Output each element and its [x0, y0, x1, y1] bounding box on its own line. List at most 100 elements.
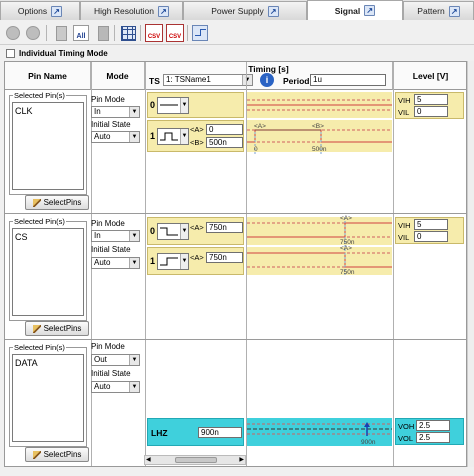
line-index: 1 [150, 131, 156, 141]
individual-timing-mode-row: Individual Timing Mode [6, 47, 108, 59]
timing-line-1: 1 ▼ <A> 0 <B> 500n [147, 120, 244, 152]
toolbar: All CSV CSV [0, 21, 474, 45]
csv-import-icon[interactable]: CSV [145, 24, 163, 42]
falling-edge-icon [160, 227, 178, 236]
wave-tag-a: <A> [340, 215, 352, 222]
initial-state-select[interactable]: Auto ▼ [91, 131, 140, 143]
selected-pins-label: Selected Pin(s) [13, 343, 66, 352]
tab-high-resolution[interactable]: High Resolution ↗ [80, 1, 183, 20]
chevron-down-icon: ▼ [129, 382, 139, 392]
level-box: VOH 2.5 VOL 2.5 [395, 418, 464, 445]
select-pins-label: SelectPins [43, 450, 82, 459]
chevron-down-icon: ▼ [180, 129, 188, 144]
rising-edge-icon [160, 257, 178, 266]
initial-state-select[interactable]: Auto ▼ [91, 381, 140, 393]
select-pins-label: SelectPins [43, 324, 82, 333]
select-pins-button[interactable]: SelectPins [25, 321, 89, 336]
popout-icon[interactable]: ↗ [158, 5, 169, 17]
popout-icon[interactable]: ↗ [448, 5, 460, 17]
popout-icon[interactable]: ↗ [364, 5, 376, 16]
wave-tag-a: <A> [254, 123, 266, 130]
pencil-icon [32, 198, 41, 207]
copy-icon[interactable] [94, 24, 112, 42]
level-label: VIL [398, 108, 410, 117]
horizontal-scrollbar[interactable]: ◀ ▶ [144, 455, 246, 465]
tab-signal[interactable]: Signal ↗ [307, 0, 403, 20]
wave-time-label: 900n [361, 439, 376, 446]
tab-options[interactable]: Options ↗ [0, 1, 80, 20]
select-pins-button[interactable]: SelectPins [25, 195, 89, 210]
ts-label: TS [149, 76, 160, 86]
tab-bar: Options ↗ High Resolution ↗ Power Supply… [0, 0, 474, 20]
level-label: VOL [398, 434, 414, 443]
pin-list[interactable]: CLK [12, 102, 84, 190]
list-item[interactable]: CS [15, 232, 81, 242]
pin-mode-select[interactable]: In ▼ [91, 230, 140, 242]
timing-line-lhz: LHZ 900n [147, 418, 244, 446]
line-index: 1 [150, 256, 156, 266]
vertical-scrollbar[interactable] [467, 61, 474, 467]
ts-select[interactable]: 1: TSName1 ▼ [163, 74, 253, 86]
level-label: VIH [398, 221, 411, 230]
edge-input[interactable]: 900n [198, 427, 242, 438]
pin-mode-select[interactable]: Out ▼ [91, 354, 140, 366]
wave-tag-a: <A> [340, 245, 352, 252]
select-pins-button[interactable]: SelectPins [25, 447, 89, 462]
pin-mode-label: Pin Mode [91, 219, 125, 228]
voh-input[interactable]: 2.5 [416, 420, 450, 431]
edge-a-input[interactable]: 750n [206, 252, 243, 263]
chevron-down-icon: ▼ [129, 355, 139, 365]
level-label: VIL [398, 233, 410, 242]
list-item[interactable]: CLK [15, 106, 81, 116]
level-box: VIH 5 VIL 0 [395, 92, 464, 119]
pin-list[interactable]: CS [12, 228, 84, 316]
waveform-select[interactable]: ▼ [157, 97, 189, 114]
level-label: VOH [398, 422, 415, 431]
initial-state-select[interactable]: Auto ▼ [91, 257, 140, 269]
wave-time-label: 500n [312, 146, 327, 153]
document-icon[interactable] [52, 24, 70, 42]
popout-icon[interactable]: ↗ [51, 5, 63, 17]
popout-icon[interactable]: ↗ [267, 5, 279, 17]
scroll-right-icon[interactable]: ▶ [239, 456, 244, 463]
edge-b-input[interactable]: 500n [206, 137, 243, 148]
scroll-left-icon[interactable]: ◀ [146, 456, 151, 463]
waveform-icon[interactable] [191, 24, 209, 42]
info-icon[interactable]: i [260, 73, 274, 87]
wave-tag-b: <B> [312, 123, 324, 130]
waveform-select[interactable]: ▼ [157, 223, 189, 240]
scroll-thumb[interactable] [175, 457, 217, 463]
chevron-down-icon: ▼ [180, 224, 188, 239]
vih-input[interactable]: 5 [414, 219, 448, 230]
vil-input[interactable]: 0 [414, 231, 448, 242]
period-label: Period [283, 76, 310, 86]
select-pins-label: SelectPins [43, 198, 82, 207]
initial-state-label: Initial State [91, 245, 131, 254]
timing-line-0: 0 ▼ <A> 750n [147, 217, 244, 245]
chevron-down-icon: ▼ [129, 258, 139, 268]
waveform-select[interactable]: ▼ [157, 128, 189, 145]
pencil-icon [32, 450, 41, 459]
vih-input[interactable]: 5 [414, 94, 448, 105]
vol-input[interactable]: 2.5 [416, 432, 450, 443]
edge-a-input[interactable]: 750n [206, 222, 243, 233]
chevron-down-icon: ▼ [129, 132, 139, 142]
individual-timing-mode-checkbox[interactable] [6, 48, 15, 58]
list-item[interactable]: DATA [15, 358, 81, 368]
add-icon[interactable] [4, 24, 22, 42]
tab-pattern[interactable]: Pattern ↗ [403, 1, 474, 20]
line-index: 0 [150, 100, 156, 110]
remove-icon[interactable] [24, 24, 42, 42]
csv-export-icon[interactable]: CSV [166, 24, 184, 42]
grid-icon[interactable] [119, 24, 137, 42]
waveform-select[interactable]: ▼ [157, 253, 189, 270]
pin-mode-select[interactable]: In ▼ [91, 106, 140, 118]
edge-a-input[interactable]: 0 [206, 124, 243, 135]
pin-list[interactable]: DATA [12, 354, 84, 442]
all-icon[interactable]: All [72, 24, 90, 42]
timing-line-0: 0 ▼ [147, 92, 244, 118]
tab-power-supply[interactable]: Power Supply ↗ [183, 1, 307, 20]
tab-label: Options [17, 6, 48, 16]
vil-input[interactable]: 0 [414, 106, 448, 117]
period-input[interactable]: 1u [310, 74, 386, 86]
